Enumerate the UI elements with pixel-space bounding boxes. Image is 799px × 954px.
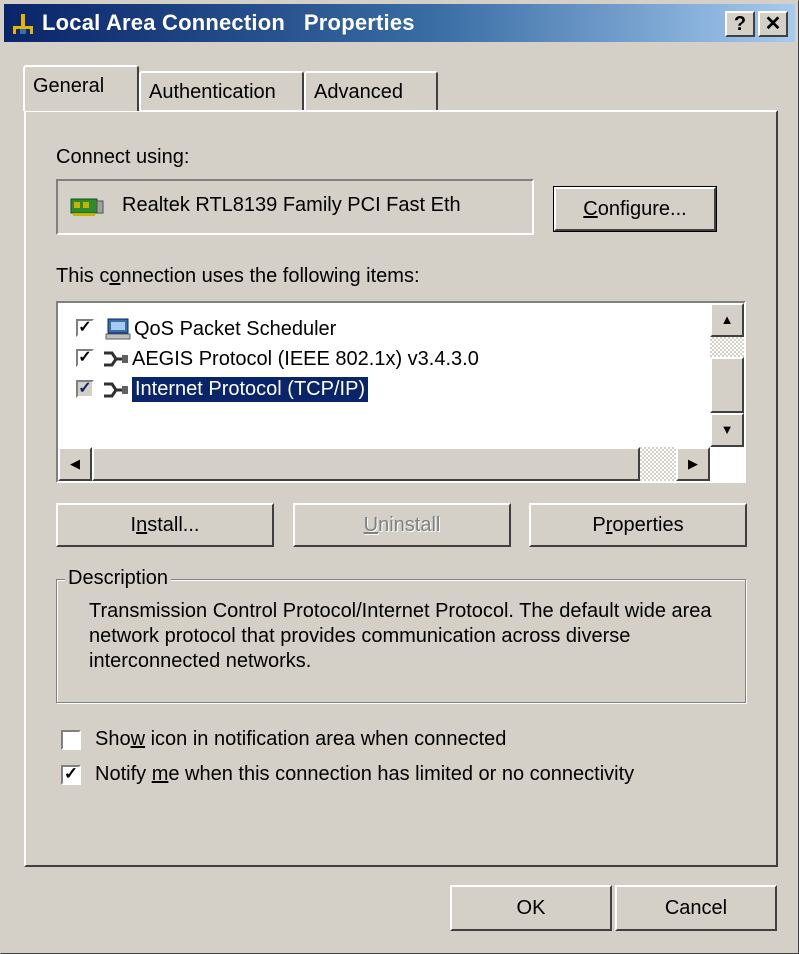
- properties-dialog: Local Area Connection Properties ? ✕ Gen…: [0, 0, 799, 954]
- description-text: Transmission Control Protocol/Internet P…: [89, 600, 712, 672]
- install-button[interactable]: Install...: [56, 503, 274, 547]
- notify-label: Notify me when this connection has limit…: [95, 763, 635, 785]
- ok-button[interactable]: OK: [450, 885, 612, 931]
- show-icon-checkbox[interactable]: [61, 730, 81, 750]
- tab-general[interactable]: General: [23, 65, 139, 111]
- tab-authentication[interactable]: Authentication: [139, 71, 304, 111]
- vertical-scrollbar[interactable]: ▲ ▼: [710, 303, 744, 447]
- configure-label: onfigure...: [597, 198, 687, 220]
- protocol-icon: [104, 351, 128, 367]
- item-label: AEGIS Protocol (IEEE 802.1x) v3.4.3.0: [132, 348, 479, 370]
- scroll-left-button[interactable]: ◀: [58, 447, 92, 481]
- scroll-thumb[interactable]: [710, 357, 744, 413]
- list-item-selected[interactable]: ✓ Internet Protocol (TCP/IP): [76, 376, 456, 405]
- tab-advanced[interactable]: Advanced: [304, 71, 438, 111]
- protocol-icon: [104, 382, 128, 398]
- title-bar[interactable]: Local Area Connection Properties ? ✕: [4, 4, 795, 42]
- list-item[interactable]: ✓ QoS Packet Scheduler: [76, 317, 456, 343]
- window-title: Local Area Connection Properties: [42, 10, 415, 35]
- connect-using-label: Connect using:: [56, 146, 190, 168]
- configure-button[interactable]: Configure...: [553, 186, 717, 232]
- help-button[interactable]: ?: [725, 11, 755, 37]
- items-list-label: This connection uses the following items…: [56, 265, 420, 287]
- uninstall-button[interactable]: Uninstall: [293, 503, 511, 547]
- network-connection-icon: [13, 14, 33, 34]
- list-item[interactable]: ✓ AEGIS Protocol (IEEE 802.1x) v3.4.3.0: [76, 347, 536, 373]
- horizontal-scrollbar[interactable]: ◀ ▶: [58, 447, 710, 481]
- configure-mnemonic: C: [583, 198, 598, 220]
- adapter-name: Realtek RTL8139 Family PCI Fast Eth: [122, 194, 461, 216]
- properties-button[interactable]: Properties: [529, 503, 747, 547]
- show-icon-label: Show icon in notification area when conn…: [95, 728, 507, 750]
- adapter-box: Realtek RTL8139 Family PCI Fast Eth: [56, 179, 534, 235]
- network-adapter-icon: [70, 198, 104, 216]
- scroll-down-button[interactable]: ▼: [710, 413, 744, 447]
- cancel-button[interactable]: Cancel: [615, 885, 777, 931]
- scheduler-icon: [105, 318, 131, 340]
- scroll-thumb-horizontal[interactable]: [92, 447, 640, 481]
- scroll-track[interactable]: [640, 447, 676, 481]
- item-checkbox[interactable]: ✓: [76, 319, 94, 337]
- scroll-right-button[interactable]: ▶: [676, 447, 710, 481]
- item-label: Internet Protocol (TCP/IP): [130, 376, 370, 403]
- components-list[interactable]: ✓ QoS Packet Scheduler ✓ AEGIS Protocol …: [56, 301, 746, 483]
- tab-general-label: General: [33, 75, 105, 97]
- description-title: Description: [65, 567, 172, 590]
- notify-checkbox[interactable]: ✓: [61, 765, 81, 785]
- scroll-up-button[interactable]: ▲: [710, 303, 744, 337]
- tab-advanced-label: Advanced: [314, 81, 403, 103]
- item-checkbox[interactable]: ✓: [76, 349, 94, 367]
- item-label: QoS Packet Scheduler: [134, 318, 337, 340]
- tab-authentication-label: Authentication: [149, 81, 276, 103]
- item-checkbox[interactable]: ✓: [76, 380, 94, 398]
- close-button[interactable]: ✕: [758, 11, 788, 37]
